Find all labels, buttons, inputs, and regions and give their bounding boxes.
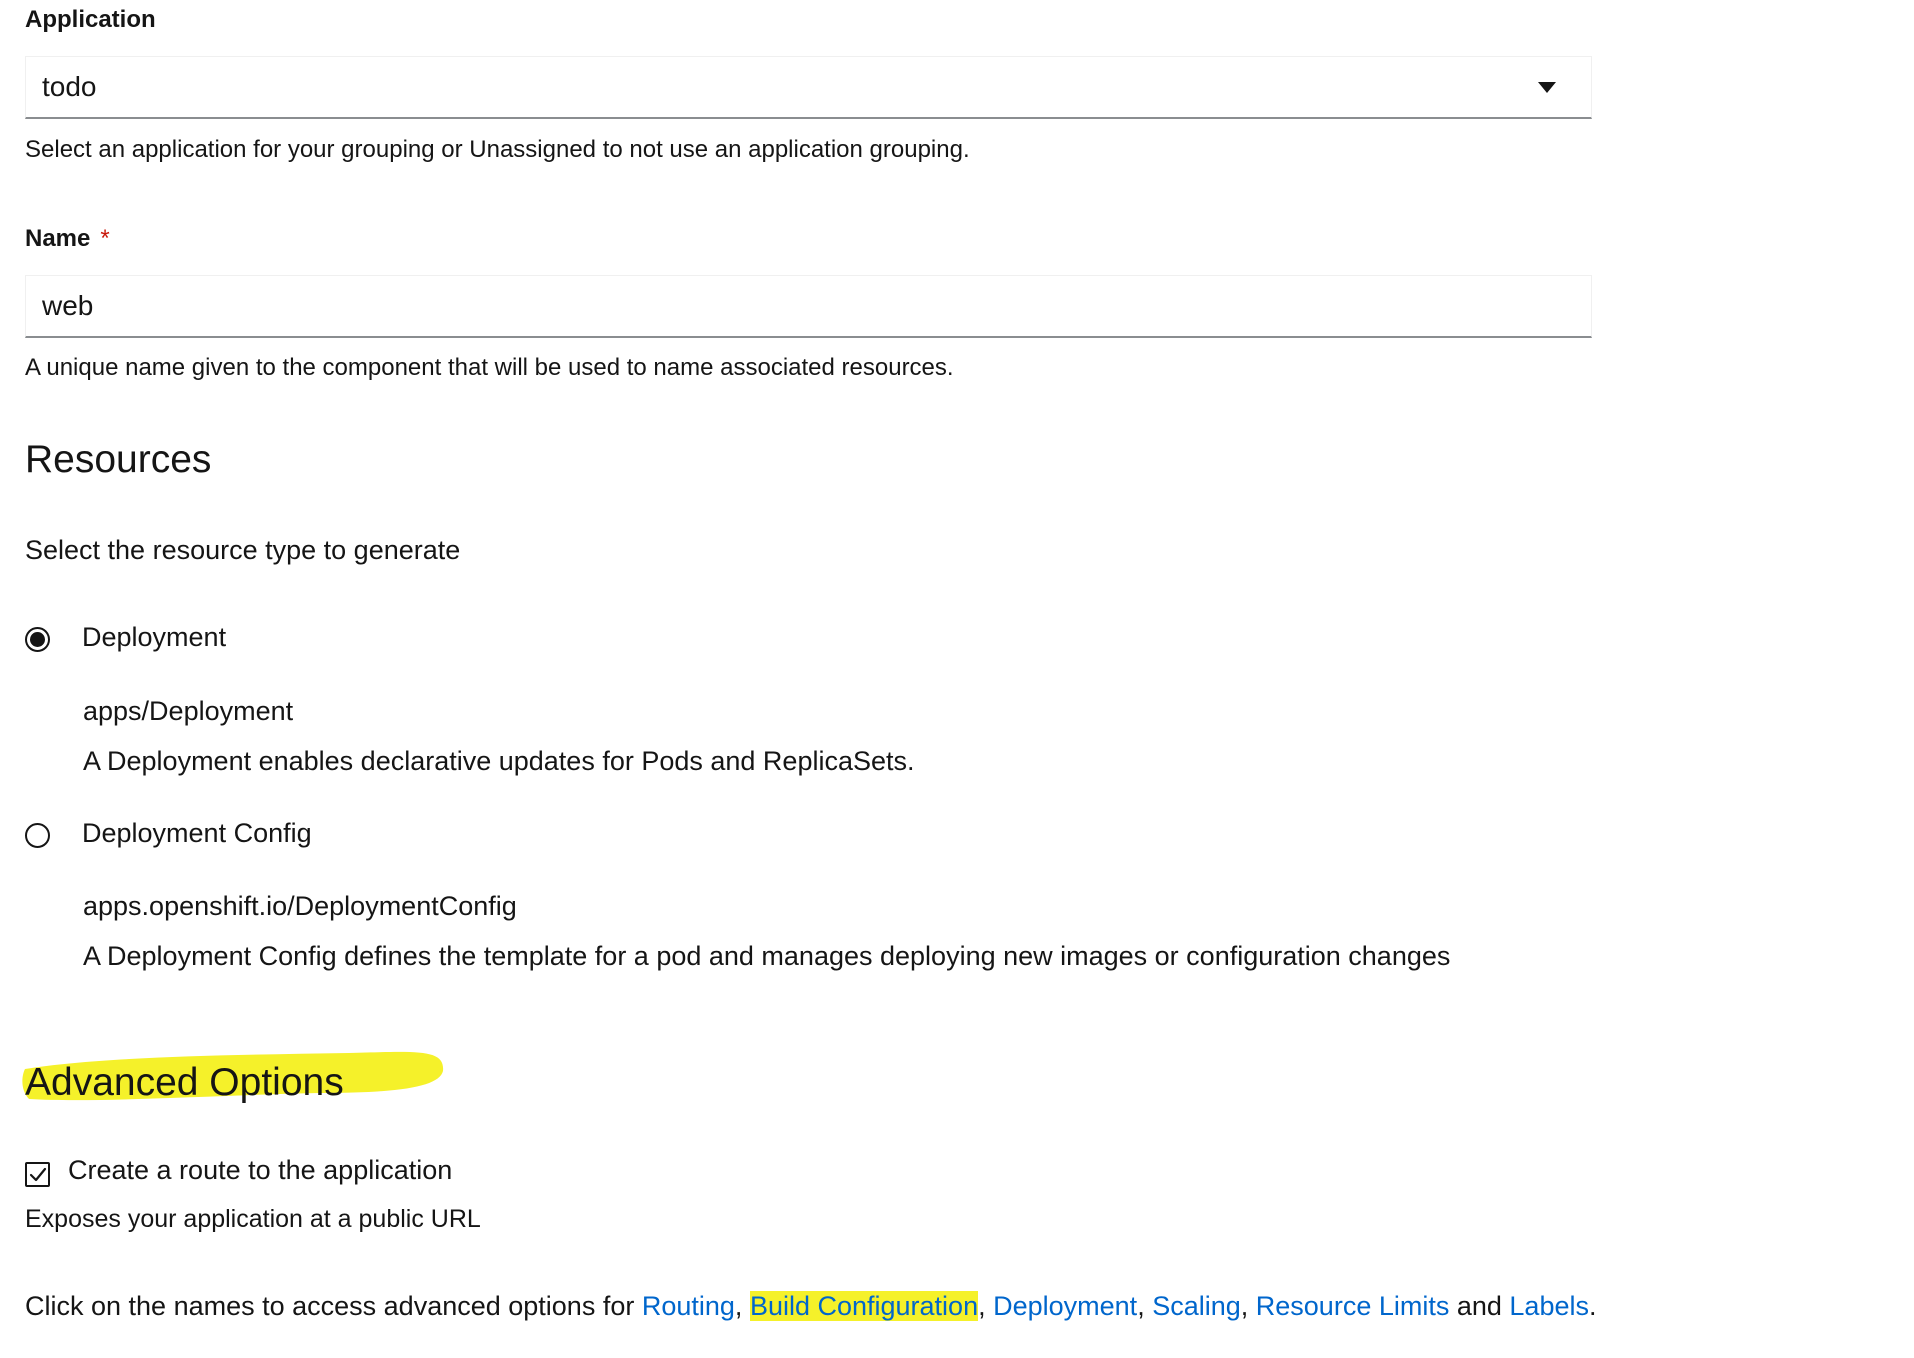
labels-link[interactable]: Labels — [1509, 1291, 1589, 1321]
deployment-radio[interactable] — [25, 627, 50, 652]
build-configuration-link[interactable]: Build Configuration — [749, 1291, 979, 1321]
routing-link[interactable]: Routing — [642, 1291, 735, 1321]
name-input[interactable]: web — [25, 275, 1592, 338]
link-separator: , — [978, 1291, 994, 1321]
create-route-helper: Exposes your application at a public URL — [25, 1205, 481, 1233]
advanced-links-sentence: Click on the names to access advanced op… — [25, 1291, 1597, 1322]
and-word: and — [1449, 1291, 1510, 1321]
scaling-link[interactable]: Scaling — [1152, 1291, 1241, 1321]
resources-prompt: Select the resource type to generate — [25, 535, 461, 565]
application-label: Application — [25, 6, 156, 33]
checkmark-icon — [29, 1167, 47, 1182]
deployment-description: A Deployment enables declarative updates… — [83, 746, 915, 776]
deployment-radio-label[interactable]: Deployment — [82, 622, 226, 653]
application-select[interactable]: todo — [25, 56, 1592, 119]
resource-limits-link[interactable]: Resource Limits — [1256, 1291, 1450, 1321]
name-input-value: web — [42, 290, 94, 321]
application-selected-value: todo — [42, 71, 97, 102]
deployment-config-radio-label[interactable]: Deployment Config — [82, 818, 312, 849]
resources-section-title: Resources — [25, 438, 212, 481]
advanced-links-intro: Click on the names to access advanced op… — [25, 1291, 642, 1321]
sentence-end: . — [1588, 1291, 1597, 1321]
link-separator: , — [734, 1291, 750, 1321]
create-route-label[interactable]: Create a route to the application — [68, 1155, 452, 1186]
name-helper-text: A unique name given to the component tha… — [25, 354, 954, 381]
deployment-api-text: apps/Deployment — [83, 696, 294, 726]
name-label-text: Name — [25, 225, 91, 252]
name-label: Name * — [25, 225, 110, 253]
create-route-checkbox[interactable] — [25, 1162, 50, 1187]
deployment-link[interactable]: Deployment — [993, 1291, 1137, 1321]
required-asterisk: * — [100, 225, 110, 252]
deployment-config-description: A Deployment Config defines the template… — [83, 941, 1451, 971]
deployment-config-radio[interactable] — [25, 823, 50, 848]
link-separator: , — [1137, 1291, 1153, 1321]
advanced-options-title: Advanced Options — [25, 1061, 344, 1104]
caret-down-icon — [1538, 81, 1556, 93]
link-separator: , — [1240, 1291, 1256, 1321]
application-helper-text: Select an application for your grouping … — [25, 136, 970, 163]
deployment-config-api-text: apps.openshift.io/DeploymentConfig — [83, 891, 517, 921]
